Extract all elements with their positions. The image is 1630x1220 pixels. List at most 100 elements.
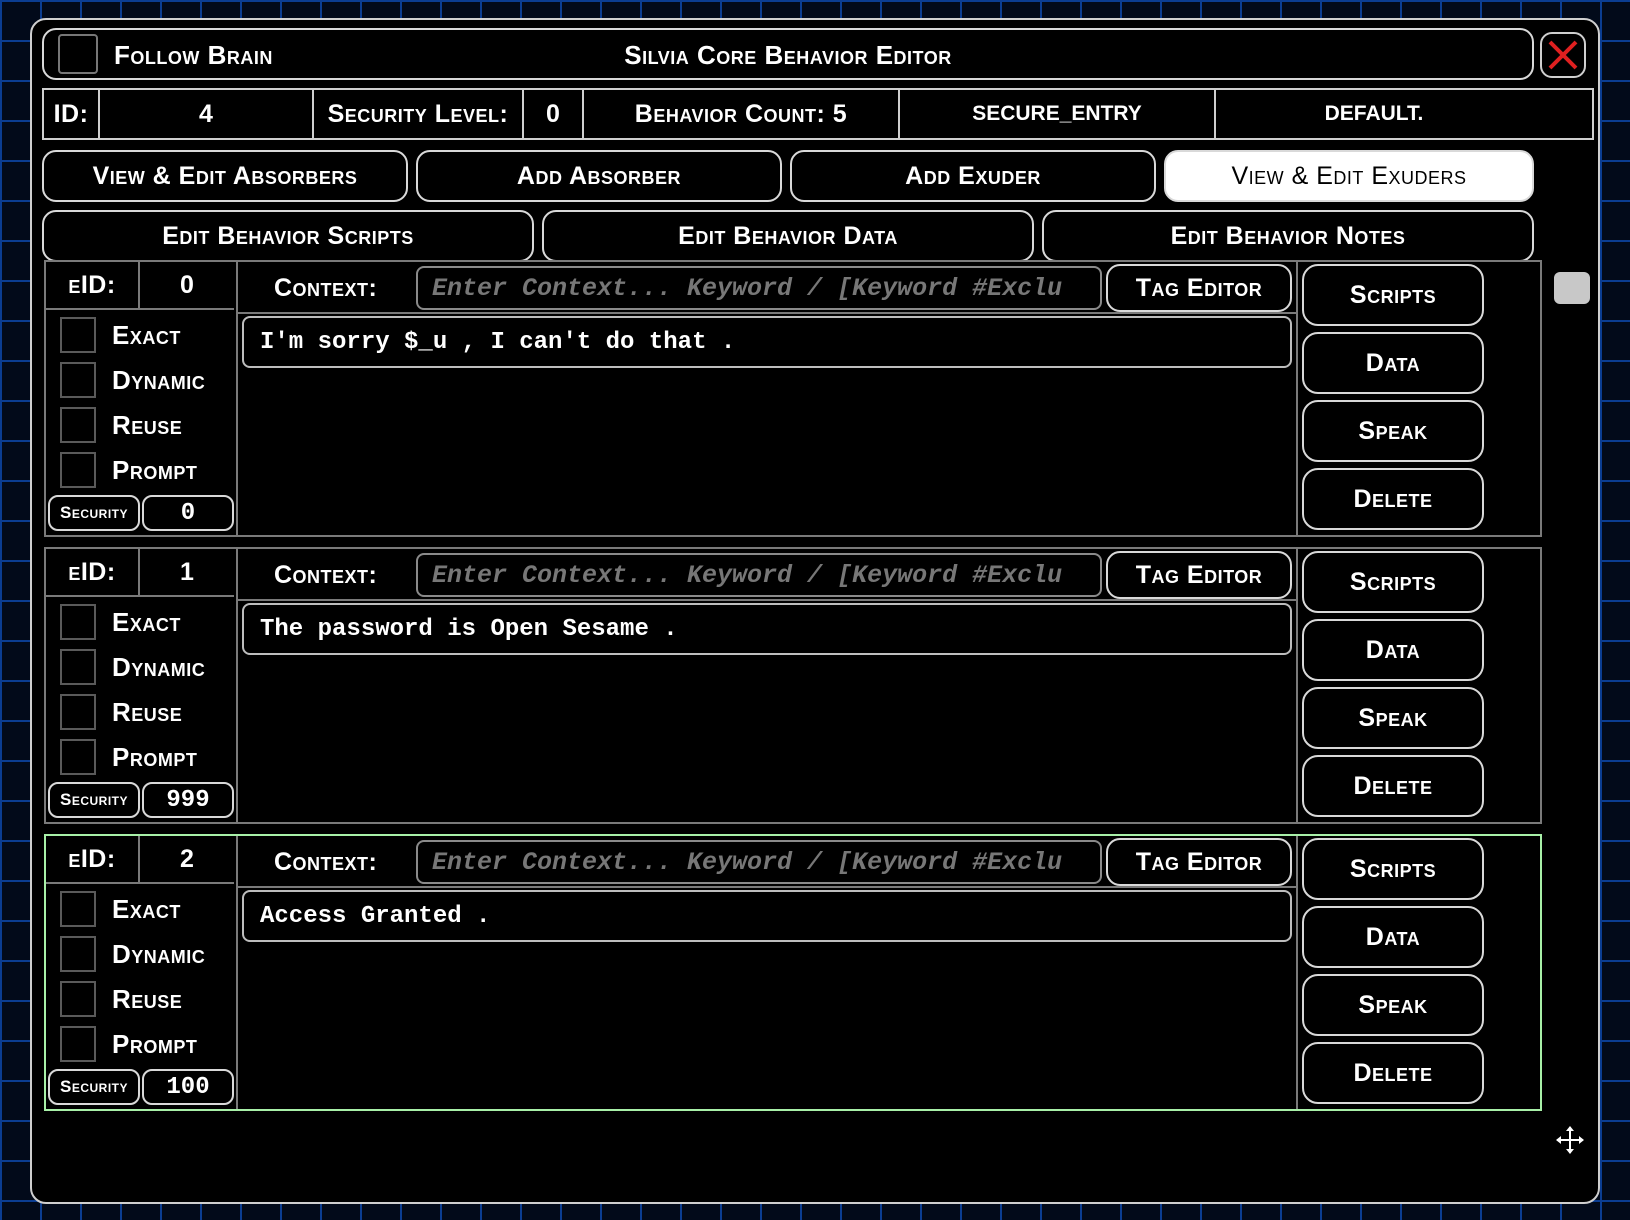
id-label: ID: — [44, 90, 100, 138]
context-label: Context: — [274, 848, 378, 876]
exact-checkbox[interactable] — [60, 891, 96, 927]
security-button[interactable]: Security — [48, 495, 140, 531]
exact-label: Exact — [112, 893, 181, 924]
id-value: 4 — [100, 90, 314, 138]
reuse-option[interactable]: Reuse — [60, 980, 182, 1018]
context-input[interactable]: Enter Context... Keyword / [Keyword #Exc… — [416, 840, 1102, 884]
scripts-button[interactable]: Scripts — [1302, 264, 1484, 326]
scripts-button[interactable]: Scripts — [1302, 838, 1484, 900]
eid-label: eID: — [46, 262, 140, 310]
data-button[interactable]: Data — [1302, 332, 1484, 394]
exuder-text-field[interactable]: I'm sorry $_u , I can't do that . — [242, 316, 1292, 368]
close-icon — [1548, 40, 1578, 70]
reuse-option[interactable]: Reuse — [60, 693, 182, 731]
divider — [1296, 262, 1298, 535]
reuse-checkbox[interactable] — [60, 407, 96, 443]
add-exuder-button[interactable]: Add Exuder — [790, 150, 1156, 202]
view-edit-exuders-tab[interactable]: View & Edit Exuders — [1164, 150, 1534, 202]
security-value-input[interactable]: 0 — [142, 495, 234, 531]
delete-button[interactable]: Delete — [1302, 1042, 1484, 1104]
exuder-entry: eID: 1 Exact Dynamic Reuse Prompt Securi… — [44, 547, 1542, 824]
divider — [1296, 549, 1298, 822]
scripts-button[interactable]: Scripts — [1302, 551, 1484, 613]
exact-option[interactable]: Exact — [60, 603, 181, 641]
move-icon[interactable] — [1554, 1124, 1586, 1156]
prompt-option[interactable]: Prompt — [60, 451, 197, 489]
dynamic-option[interactable]: Dynamic — [60, 648, 205, 686]
security-value-input[interactable]: 100 — [142, 1069, 234, 1105]
title-bar: Follow Brain Silvia Core Behavior Editor — [42, 28, 1534, 80]
speak-button[interactable]: Speak — [1302, 687, 1484, 749]
reuse-checkbox[interactable] — [60, 981, 96, 1017]
context-input[interactable]: Enter Context... Keyword / [Keyword #Exc… — [416, 553, 1102, 597]
eid-label: eID: — [46, 549, 140, 597]
exact-checkbox[interactable] — [60, 317, 96, 353]
exact-label: Exact — [112, 319, 181, 350]
behavior-editor-window: Follow Brain Silvia Core Behavior Editor… — [30, 18, 1600, 1204]
divider — [236, 599, 1296, 601]
security-button[interactable]: Security — [48, 782, 140, 818]
exuder-options-panel: eID: 2 Exact Dynamic Reuse Prompt Securi… — [46, 836, 238, 1109]
delete-button[interactable]: Delete — [1302, 468, 1484, 530]
exact-option[interactable]: Exact — [60, 316, 181, 354]
reuse-label: Reuse — [112, 696, 183, 727]
tag-editor-button[interactable]: Tag Editor — [1106, 551, 1292, 599]
prompt-option[interactable]: Prompt — [60, 1025, 197, 1063]
behavior-name[interactable]: SECURE_ENTRY — [900, 90, 1216, 138]
edit-behavior-scripts-button[interactable]: Edit Behavior Scripts — [42, 210, 534, 262]
prompt-checkbox[interactable] — [60, 1026, 96, 1062]
dynamic-label: Dynamic — [112, 364, 206, 395]
exact-option[interactable]: Exact — [60, 890, 181, 928]
reuse-option[interactable]: Reuse — [60, 406, 182, 444]
security-level-label: Security Level: — [314, 90, 524, 138]
behavior-count: Behavior Count: 5 — [584, 90, 900, 138]
dynamic-option[interactable]: Dynamic — [60, 935, 205, 973]
security-level-value[interactable]: 0 — [524, 90, 584, 138]
context-input[interactable]: Enter Context... Keyword / [Keyword #Exc… — [416, 266, 1102, 310]
eid-value: 1 — [140, 549, 234, 597]
delete-button[interactable]: Delete — [1302, 755, 1484, 817]
prompt-option[interactable]: Prompt — [60, 738, 197, 776]
reuse-checkbox[interactable] — [60, 694, 96, 730]
security-value-input[interactable]: 999 — [142, 782, 234, 818]
dynamic-label: Dynamic — [112, 651, 206, 682]
dynamic-checkbox[interactable] — [60, 649, 96, 685]
security-button[interactable]: Security — [48, 1069, 140, 1105]
tag-editor-button[interactable]: Tag Editor — [1106, 264, 1292, 312]
reuse-label: Reuse — [112, 409, 183, 440]
behavior-group[interactable]: DEFAULT. — [1216, 90, 1532, 138]
scrollbar-thumb[interactable] — [1554, 272, 1590, 304]
reuse-label: Reuse — [112, 983, 183, 1014]
dynamic-checkbox[interactable] — [60, 362, 96, 398]
data-button[interactable]: Data — [1302, 906, 1484, 968]
tag-editor-button[interactable]: Tag Editor — [1106, 838, 1292, 886]
dynamic-checkbox[interactable] — [60, 936, 96, 972]
exuder-text-field[interactable]: Access Granted . — [242, 890, 1292, 942]
exuder-options-panel: eID: 1 Exact Dynamic Reuse Prompt Securi… — [46, 549, 238, 822]
dynamic-label: Dynamic — [112, 938, 206, 969]
dynamic-option[interactable]: Dynamic — [60, 361, 205, 399]
prompt-checkbox[interactable] — [60, 739, 96, 775]
data-button[interactable]: Data — [1302, 619, 1484, 681]
edit-behavior-data-button[interactable]: Edit Behavior Data — [542, 210, 1034, 262]
edit-behavior-notes-button[interactable]: Edit Behavior Notes — [1042, 210, 1534, 262]
exuder-text-field[interactable]: The password is Open Sesame . — [242, 603, 1292, 655]
prompt-label: Prompt — [112, 454, 198, 485]
exact-checkbox[interactable] — [60, 604, 96, 640]
add-absorber-button[interactable]: Add Absorber — [416, 150, 782, 202]
view-edit-absorbers-button[interactable]: View & Edit Absorbers — [42, 150, 408, 202]
behavior-info-bar: ID: 4 Security Level: 0 Behavior Count: … — [42, 88, 1594, 140]
exact-label: Exact — [112, 606, 181, 637]
speak-button[interactable]: Speak — [1302, 974, 1484, 1036]
context-label: Context: — [274, 561, 378, 589]
divider — [1296, 836, 1298, 1109]
prompt-checkbox[interactable] — [60, 452, 96, 488]
speak-button[interactable]: Speak — [1302, 400, 1484, 462]
window-title: Silvia Core Behavior Editor — [624, 40, 952, 70]
prompt-label: Prompt — [112, 1028, 198, 1059]
exuder-options-panel: eID: 0 Exact Dynamic Reuse Prompt Securi… — [46, 262, 238, 535]
close-button[interactable] — [1540, 32, 1586, 78]
divider — [236, 312, 1296, 314]
eid-value: 0 — [140, 262, 234, 310]
divider — [236, 886, 1296, 888]
